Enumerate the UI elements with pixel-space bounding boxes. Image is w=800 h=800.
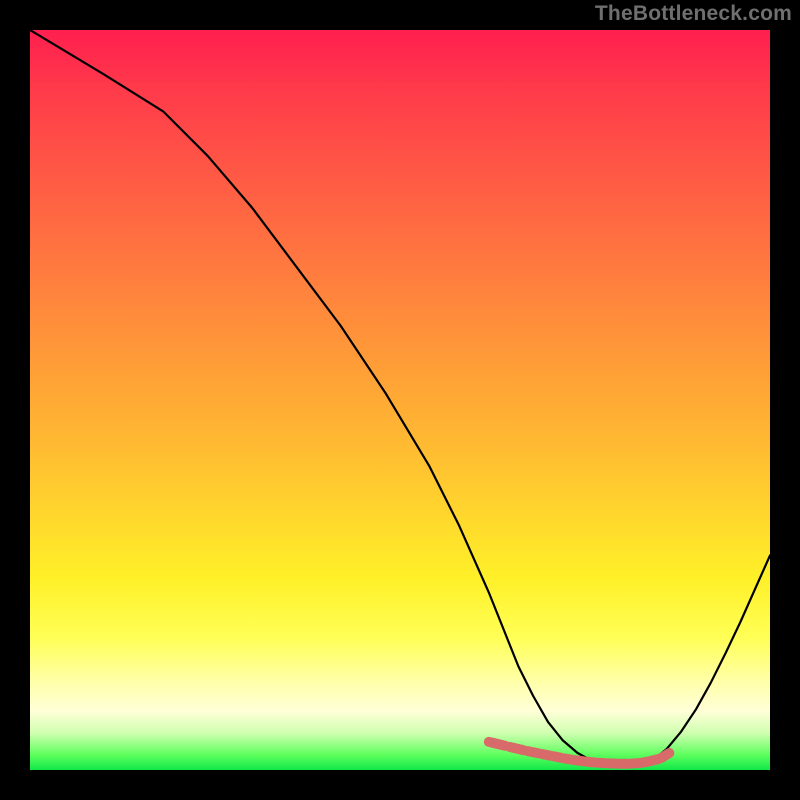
chart-svg — [30, 30, 770, 770]
plot-area — [30, 30, 770, 770]
chart-container: TheBottleneck.com — [0, 0, 800, 800]
watermark-text: TheBottleneck.com — [595, 2, 792, 26]
bottleneck-curve — [30, 30, 770, 767]
minimum-marker-segment — [484, 737, 675, 764]
